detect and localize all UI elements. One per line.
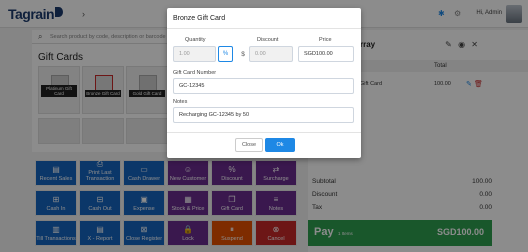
dialog-title: Bronze Gift Card xyxy=(173,15,226,22)
gift-card-dialog: Bronze Gift Card Quantity Discount Price… xyxy=(167,8,361,158)
card-number-field[interactable]: GC-12345 xyxy=(173,78,354,94)
price-field[interactable]: SGD100.00 xyxy=(298,46,354,62)
notes-label: Notes xyxy=(173,99,188,105)
divider xyxy=(167,28,361,29)
discount-label: Discount xyxy=(257,37,279,43)
price-label: Price xyxy=(319,37,332,43)
quantity-label: Quantity xyxy=(185,37,206,43)
card-number-label: Gift Card Number xyxy=(173,70,217,76)
divider xyxy=(167,132,361,133)
close-button[interactable]: Close xyxy=(235,138,263,152)
discount-dollar-button[interactable]: $ xyxy=(238,46,248,62)
quantity-field[interactable]: 1.00 xyxy=(173,46,216,62)
discount-percent-button[interactable]: % xyxy=(218,46,233,62)
discount-field[interactable]: 0.00 xyxy=(249,46,293,62)
ok-button[interactable]: Ok xyxy=(265,138,295,152)
notes-field[interactable]: Recharging GC-12345 by 50 xyxy=(173,107,354,123)
